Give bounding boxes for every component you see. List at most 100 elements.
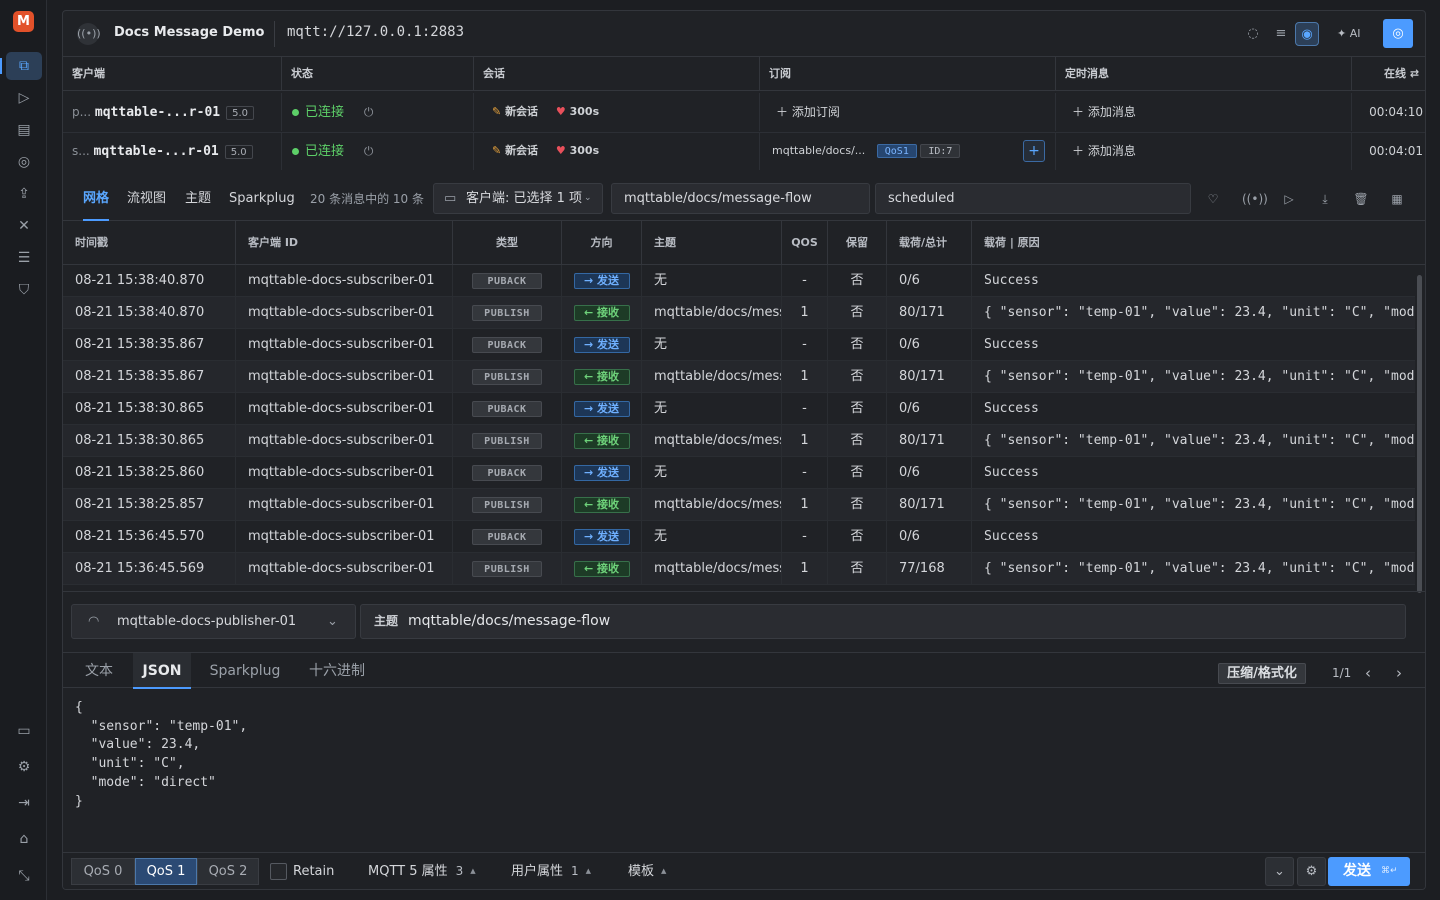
retain-checkbox[interactable] bbox=[270, 863, 287, 880]
template-button[interactable]: 模板 ▲ bbox=[628, 858, 666, 885]
cell-type: PUBLISH bbox=[453, 361, 562, 393]
payload-editor[interactable]: { "sensor": "temp-01", "value": 23.4, "u… bbox=[75, 699, 247, 811]
cell-client: mqttable-docs-subscriber-01 bbox=[236, 425, 453, 457]
tab-hex[interactable]: 十六进制 bbox=[299, 653, 375, 689]
heart-icon: ♥ bbox=[555, 144, 566, 157]
col-time[interactable]: 时间戳 bbox=[63, 221, 236, 265]
trash-icon[interactable]: 🗑 bbox=[1350, 188, 1372, 210]
database-icon[interactable]: ☰ bbox=[14, 248, 34, 268]
shield-icon[interactable]: ⛉ bbox=[14, 280, 34, 300]
add-scheduled-button[interactable]: ＋ 添加消息 bbox=[1056, 132, 1352, 170]
login-icon[interactable]: ⇥ bbox=[14, 793, 34, 813]
header-online[interactable]: 在线 ⇄ bbox=[1352, 57, 1425, 91]
col-payload[interactable]: 载荷 | 原因 bbox=[972, 221, 1425, 265]
message-count: 20 条消息中的 10 条 bbox=[310, 192, 424, 206]
client-cell[interactable]: p... mqttable-...r-01 5.0 bbox=[63, 93, 282, 131]
eye-off-icon[interactable]: ◌ bbox=[1241, 22, 1265, 46]
add-subscription-button[interactable]: + bbox=[1023, 140, 1045, 162]
tab-grid[interactable]: 网格 bbox=[83, 179, 110, 221]
cell-payload: { "sensor": "temp-01", "value": 23.4, "u… bbox=[984, 497, 1415, 512]
table-row[interactable]: 08-21 15:36:45.570 mqttable-docs-subscrib… bbox=[63, 521, 1415, 553]
settings-icon[interactable]: ⚙ bbox=[1297, 857, 1326, 886]
table-row[interactable]: 08-21 15:38:40.870 mqttable-docs-subscrib… bbox=[63, 297, 1415, 329]
tag-icon[interactable]: ⌂ bbox=[14, 829, 34, 849]
target-button[interactable]: ◎ bbox=[1383, 19, 1413, 48]
vertical-scrollbar[interactable] bbox=[1417, 275, 1422, 593]
arrow-right-icon: → bbox=[583, 529, 598, 543]
header-session: 会话 bbox=[474, 57, 760, 91]
collapse-icon[interactable]: ⤡ bbox=[14, 866, 34, 886]
tab-sparkplug[interactable]: Sparkplug bbox=[229, 179, 295, 221]
power-icon[interactable]: ⏻ bbox=[364, 105, 374, 119]
tab-json[interactable]: JSON bbox=[133, 653, 191, 689]
chevron-right-icon[interactable]: › bbox=[1396, 663, 1402, 684]
tab-text[interactable]: 文本 bbox=[75, 653, 123, 689]
table-row[interactable]: 08-21 15:36:45.569 mqttable-docs-subscrib… bbox=[63, 553, 1415, 585]
type-badge: PUBLISH bbox=[472, 496, 542, 513]
subscription-cell[interactable]: mqttable/docs/... QoS1 ID:7 bbox=[760, 132, 1056, 170]
terminal-icon[interactable]: ▭ bbox=[14, 721, 34, 741]
qos-2-button[interactable]: QoS 2 bbox=[197, 858, 259, 885]
add-subscription-button[interactable]: ＋ 添加订阅 bbox=[760, 93, 1056, 131]
publisher-client-select[interactable]: ◠ mqttable-docs-publisher-01 ⌄ bbox=[71, 604, 356, 639]
cell-type: PUBACK bbox=[453, 393, 562, 425]
upload-icon[interactable]: ⇪ bbox=[14, 184, 34, 204]
format-button[interactable]: 压缩/格式化 bbox=[1218, 663, 1306, 684]
table-row[interactable]: 08-21 15:38:30.865 mqttable-docs-subscrib… bbox=[63, 393, 1415, 425]
col-topic[interactable]: 主题 bbox=[642, 221, 782, 265]
cell-topic: 无 bbox=[642, 457, 782, 489]
col-client[interactable]: 客户端 ID bbox=[236, 221, 453, 265]
connection-name: Docs Message Demo bbox=[114, 25, 265, 40]
chart-icon[interactable]: ▤ bbox=[14, 120, 34, 140]
sliders-icon[interactable]: ≡ bbox=[1269, 22, 1293, 46]
online-time: 00:04:10 bbox=[1369, 105, 1423, 119]
col-direction[interactable]: 方向 bbox=[562, 221, 642, 265]
ai-button[interactable]: ✦ AI bbox=[1337, 22, 1361, 46]
network-icon[interactable]: ◎ bbox=[14, 152, 34, 172]
tab-flow[interactable]: 流视图 bbox=[127, 179, 166, 221]
cell-time: 08-21 15:38:30.865 bbox=[63, 393, 236, 425]
cell-time: 08-21 15:38:40.870 bbox=[63, 297, 236, 329]
play-circle-icon[interactable]: ▷ bbox=[14, 88, 34, 108]
publish-options-bar: QoS 0 QoS 1 QoS 2 Retain MQTT 5 属性 3 ▲ 用户属… bbox=[63, 852, 1425, 889]
cell-retain: 否 bbox=[828, 329, 887, 361]
client-cell[interactable]: s... mqttable-...r-01 5.0 bbox=[63, 132, 282, 170]
qos-0-button[interactable]: QoS 0 bbox=[71, 858, 135, 885]
user-properties-button[interactable]: 用户属性 1 ▲ bbox=[511, 858, 591, 885]
play-icon[interactable]: ▷ bbox=[1278, 188, 1300, 210]
chevron-down-icon[interactable]: ⌄ bbox=[1265, 857, 1294, 886]
col-qos[interactable]: QOS bbox=[782, 221, 828, 265]
chevron-left-icon[interactable]: ‹ bbox=[1365, 663, 1371, 684]
download-icon[interactable]: ⤓ bbox=[1314, 188, 1336, 210]
text-filter-input[interactable]: scheduled bbox=[875, 183, 1191, 214]
cell-type: PUBLISH bbox=[453, 425, 562, 457]
qos-1-button[interactable]: QoS 1 bbox=[135, 858, 197, 885]
type-badge: PUBACK bbox=[472, 272, 542, 289]
tab-topic[interactable]: 主题 bbox=[185, 179, 211, 221]
table-row[interactable]: 08-21 15:38:35.867 mqttable-docs-subscrib… bbox=[63, 329, 1415, 361]
connections-icon[interactable]: ⧉ bbox=[0, 52, 42, 80]
publish-topic-input[interactable]: 主题 mqttable/docs/message-flow bbox=[360, 604, 1406, 639]
col-type[interactable]: 类型 bbox=[453, 221, 562, 265]
send-button[interactable]: 发送 ⌘↵ bbox=[1328, 857, 1410, 886]
eye-icon[interactable]: ◉ bbox=[1295, 22, 1319, 46]
add-scheduled-button[interactable]: ＋ 添加消息 bbox=[1056, 93, 1352, 131]
cell-type: PUBLISH bbox=[453, 553, 562, 585]
table-row[interactable]: 08-21 15:38:25.860 mqttable-docs-subscrib… bbox=[63, 457, 1415, 489]
tools-icon[interactable]: ✕ bbox=[14, 216, 34, 236]
table-row[interactable]: 08-21 15:38:40.870 mqttable-docs-subscrib… bbox=[63, 265, 1415, 297]
power-icon[interactable]: ⏻ bbox=[364, 144, 374, 158]
table-row[interactable]: 08-21 15:38:30.865 mqttable-docs-subscrib… bbox=[63, 425, 1415, 457]
topic-filter-input[interactable]: mqttable/docs/message-flow bbox=[611, 183, 870, 214]
mqtt5-properties-button[interactable]: MQTT 5 属性 3 ▲ bbox=[368, 858, 476, 885]
tab-sparkplug[interactable]: Sparkplug bbox=[201, 653, 289, 689]
col-retain[interactable]: 保留 bbox=[828, 221, 887, 265]
col-size[interactable]: 载荷/总计 bbox=[887, 221, 972, 265]
table-icon[interactable]: ▦ bbox=[1386, 188, 1408, 210]
table-row[interactable]: 08-21 15:38:35.867 mqttable-docs-subscrib… bbox=[63, 361, 1415, 393]
client-filter-select[interactable]: ▭ 客户端: 已选择 1 项 ⌄ bbox=[433, 183, 603, 214]
broadcast-icon[interactable]: ((•)) bbox=[1242, 188, 1268, 210]
table-row[interactable]: 08-21 15:38:25.857 mqttable-docs-subscrib… bbox=[63, 489, 1415, 521]
settings-icon[interactable]: ⚙ bbox=[14, 757, 34, 777]
heartbeat-icon[interactable]: ♡ bbox=[1202, 188, 1224, 210]
